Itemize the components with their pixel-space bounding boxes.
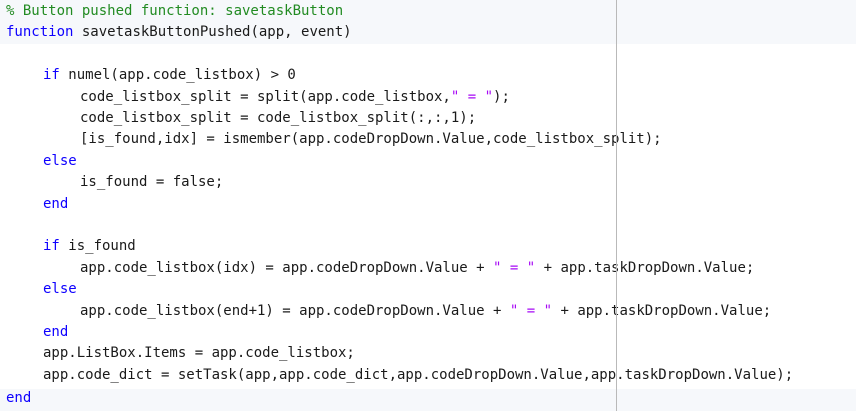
if-keyword: if [43, 67, 60, 84]
code-text: code_listbox_split = code_listbox_split(… [80, 110, 477, 126]
end-keyword: end [43, 195, 69, 212]
code-line-function-signature: function savetaskButtonPushed(app, event… [0, 22, 352, 43]
string-literal: " = " [493, 259, 536, 276]
code-line-is-found-false: is_found = false; [0, 172, 223, 193]
code-text: + app.taskDropDown.Value; [535, 259, 755, 276]
code-line-if-numel: if numel(app.code_listbox) > 0 [0, 65, 296, 86]
code-editor[interactable]: % Button pushed function: savetaskButton… [0, 0, 856, 411]
code-line-split: code_listbox_split = split(app.code_list… [0, 87, 510, 108]
code-line-end: end [0, 322, 68, 343]
else-keyword: else [43, 281, 77, 298]
code-line-comment: % Button pushed function: savetaskButton [0, 1, 343, 22]
code-line-if-is-found: if is_found [0, 236, 136, 257]
code-line-index-split: code_listbox_split = code_listbox_split(… [0, 108, 476, 129]
code-text: app.code_dict = setTask(app,app.code_dic… [43, 366, 794, 383]
code-text: app.ListBox.Items = app.code_listbox; [43, 345, 355, 362]
code-line-listbox-items: app.ListBox.Items = app.code_listbox; [0, 343, 355, 364]
string-literal: " = " [450, 88, 494, 105]
code-text: app.code_listbox(end+1) = app.codeDropDo… [80, 302, 510, 319]
code-line-else: else [0, 151, 77, 172]
code-text: is_found = false; [80, 174, 224, 191]
right-text-limit-line [616, 0, 617, 411]
function-end-highlight [0, 389, 856, 411]
function-signature-text: savetaskButtonPushed(app, event) [73, 24, 352, 41]
code-line-else: else [0, 279, 77, 300]
comment-token: % Button pushed function: savetaskButton [6, 3, 344, 19]
code-text: ); [493, 88, 510, 105]
code-text: app.code_listbox(idx) = app.codeDropDown… [80, 259, 494, 276]
code-line-ismember: [is_found,idx] = ismember(app.codeDropDo… [0, 129, 662, 150]
if-keyword: if [43, 238, 60, 255]
if-condition-text: numel(app.code_listbox) > 0 [59, 67, 296, 84]
string-literal: " = " [509, 302, 553, 319]
if-condition-text: is_found [59, 238, 136, 255]
code-text: + app.taskDropDown.Value; [552, 302, 772, 319]
code-line-update-listbox-idx: app.code_listbox(idx) = app.codeDropDown… [0, 258, 754, 279]
code-line-end: end [0, 194, 68, 215]
else-keyword: else [43, 152, 77, 169]
end-keyword: end [6, 390, 32, 407]
code-text: code_listbox_split = split(app.code_list… [80, 88, 451, 105]
code-text: [is_found,idx] = ismember(app.codeDropDo… [80, 131, 662, 148]
end-keyword: end [43, 324, 69, 340]
code-line-append-listbox: app.code_listbox(end+1) = app.codeDropDo… [0, 301, 771, 322]
code-line-function-end: end [0, 388, 31, 409]
code-line-set-task: app.code_dict = setTask(app,app.code_dic… [0, 365, 793, 386]
function-keyword: function [6, 24, 74, 41]
